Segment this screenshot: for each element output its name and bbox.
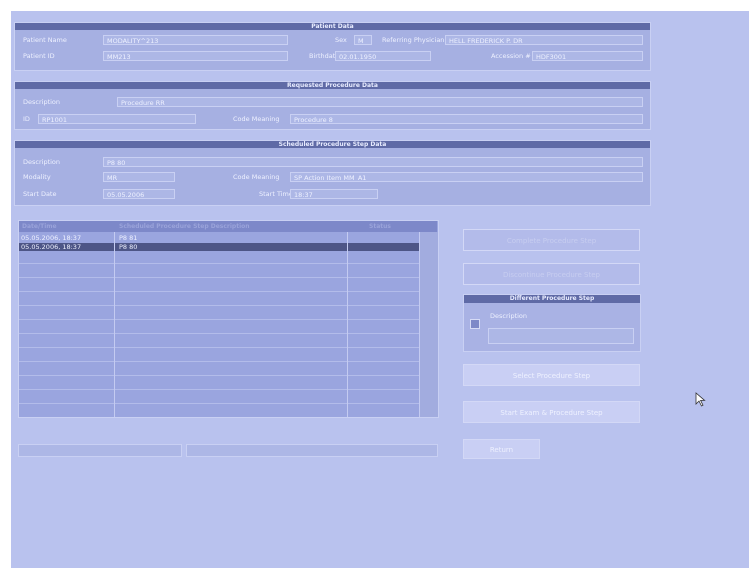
select-procedure-step-button[interactable]: Select Procedure Step xyxy=(463,364,640,386)
patient-id-field: MM213 xyxy=(103,51,288,61)
patient-data-panel: Patient Data Patient Name MODALITY^213 S… xyxy=(14,22,651,71)
patient-name-field: MODALITY^213 xyxy=(103,35,288,45)
different-procedure-checkbox[interactable] xyxy=(470,319,480,329)
requested-procedure-title: Requested Procedure Data xyxy=(15,82,650,89)
requested-description-field: Procedure RR xyxy=(117,97,643,107)
procedure-step-table[interactable]: Date/Time Scheduled Procedure Step Descr… xyxy=(18,220,439,418)
column-divider xyxy=(114,232,115,417)
grid-line xyxy=(19,361,419,362)
return-button[interactable]: Return xyxy=(463,439,540,459)
grid-line xyxy=(19,319,419,320)
different-description-label: Description xyxy=(490,312,528,320)
header-status[interactable]: Status xyxy=(369,221,391,232)
column-divider xyxy=(347,232,348,417)
start-time-label: Start Time xyxy=(259,190,293,198)
requested-procedure-panel: Requested Procedure Data Description Pro… xyxy=(14,81,651,130)
discontinue-procedure-step-button[interactable]: Discontinue Procedure Step xyxy=(463,263,640,285)
table-row-selected[interactable]: 05.05.2006, 18:37 P8 80 xyxy=(19,243,419,251)
different-description-field[interactable] xyxy=(488,328,634,344)
requested-id-field: RP1001 xyxy=(38,114,196,124)
grid-line xyxy=(19,291,419,292)
requested-description-label: Description xyxy=(23,98,61,106)
different-procedure-step-title: Different Procedure Step xyxy=(464,295,640,303)
requested-id-label: ID xyxy=(23,115,30,123)
sex-label: Sex xyxy=(335,36,347,44)
header-datetime[interactable]: Date/Time xyxy=(22,221,57,232)
scheduled-code-meaning-label: Code Meaning xyxy=(233,173,280,181)
grid-line xyxy=(19,305,419,306)
requested-code-meaning-label: Code Meaning xyxy=(233,115,280,123)
scheduled-description-label: Description xyxy=(23,158,61,166)
start-exam-procedure-step-button[interactable]: Start Exam & Procedure Step xyxy=(463,401,640,423)
birthdate-field: 02.01.1950 xyxy=(335,51,431,61)
patient-data-title: Patient Data xyxy=(15,23,650,30)
mouse-pointer-icon xyxy=(695,392,706,409)
modality-label: Modality xyxy=(23,173,51,181)
grid-line xyxy=(19,263,419,264)
referring-physician-field: HELL FREDERICK P. DR xyxy=(445,35,643,45)
grid-line xyxy=(19,347,419,348)
patient-id-label: Patient ID xyxy=(23,52,55,60)
table-row[interactable]: 05.05.2006, 18:37 P8 81 xyxy=(19,234,419,242)
start-date-label: Start Date xyxy=(23,190,57,198)
accession-field: HDF3001 xyxy=(532,51,643,61)
modality-field: MR xyxy=(103,172,175,182)
table-scrollbar[interactable] xyxy=(419,232,438,417)
requested-code-meaning-field: Procedure 8 xyxy=(290,114,643,124)
referring-physician-label: Referring Physician xyxy=(382,36,445,44)
status-field-left xyxy=(18,444,182,457)
table-header: Date/Time Scheduled Procedure Step Descr… xyxy=(19,221,437,232)
row-datetime: 05.05.2006, 18:37 xyxy=(21,243,82,251)
grid-line xyxy=(19,333,419,334)
complete-procedure-step-button[interactable]: Complete Procedure Step xyxy=(463,229,640,251)
scheduled-procedure-panel: Scheduled Procedure Step Data Descriptio… xyxy=(14,140,651,206)
start-time-field: 18:37 xyxy=(290,189,378,199)
grid-line xyxy=(19,403,419,404)
different-procedure-step-panel: Different Procedure Step Description xyxy=(463,294,641,352)
row-datetime: 05.05.2006, 18:37 xyxy=(21,234,82,242)
sex-field: M xyxy=(354,35,372,45)
status-field-right xyxy=(186,444,438,457)
header-description[interactable]: Scheduled Procedure Step Description xyxy=(119,221,250,232)
row-description: P8 80 xyxy=(119,243,138,251)
scheduled-description-field: P8 80 xyxy=(103,157,643,167)
scheduled-code-meaning-field: SP Action Item MM_A1 xyxy=(290,172,643,182)
grid-line xyxy=(19,277,419,278)
scheduled-procedure-title: Scheduled Procedure Step Data xyxy=(15,141,650,148)
row-description: P8 81 xyxy=(119,234,138,242)
patient-name-label: Patient Name xyxy=(23,36,67,44)
accession-label: Accession # xyxy=(491,52,531,60)
grid-line xyxy=(19,389,419,390)
grid-line xyxy=(19,375,419,376)
start-date-field: 05.05.2006 xyxy=(103,189,175,199)
